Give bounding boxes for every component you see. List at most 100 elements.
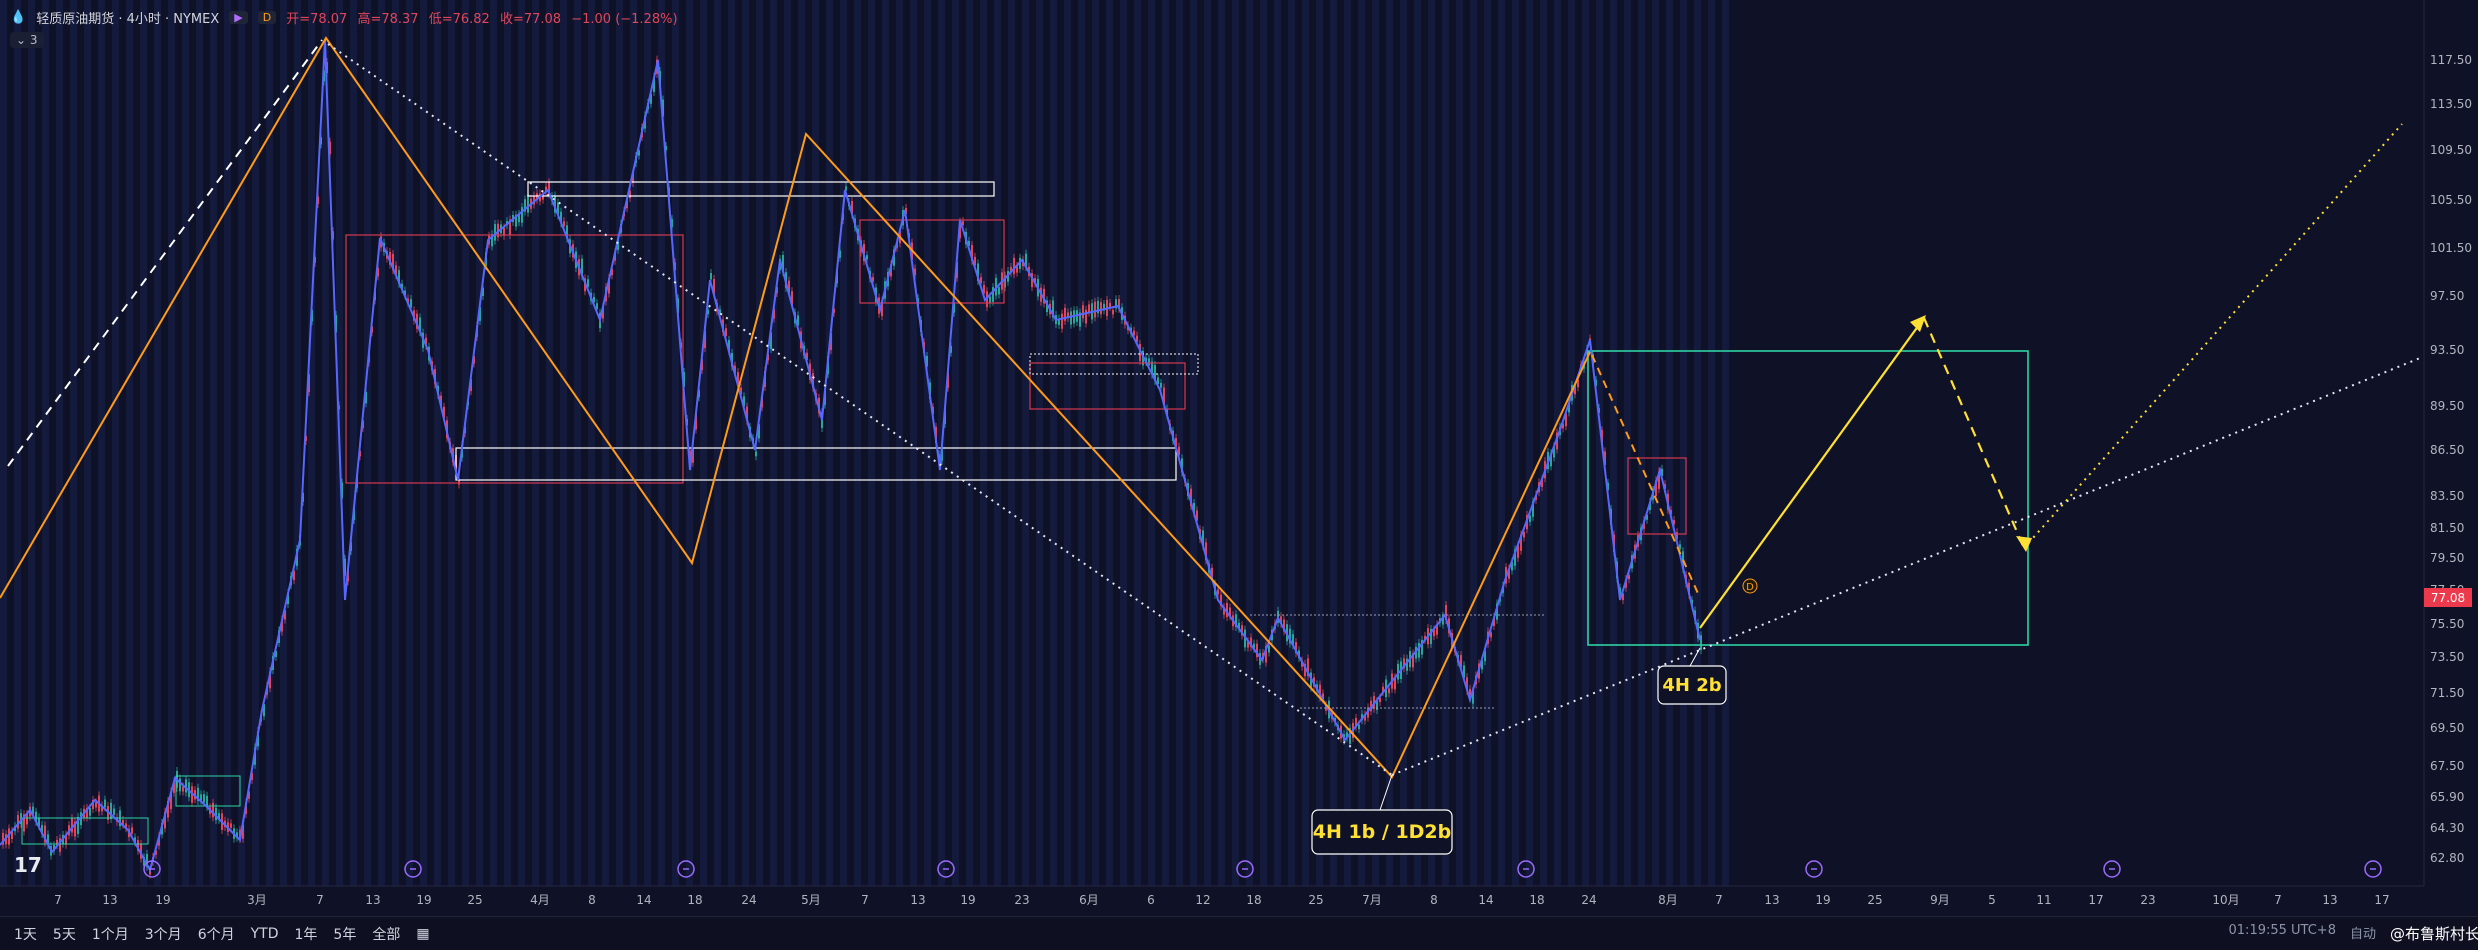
range-1y[interactable]: 1年 bbox=[295, 924, 318, 944]
bg-stripe bbox=[308, 0, 315, 886]
price-label: 93.50 bbox=[2430, 343, 2464, 357]
time-label: 7月 bbox=[1362, 893, 1382, 907]
candle-body bbox=[182, 786, 184, 792]
annotation-1-label: 4H 1b / 1D2b bbox=[1313, 821, 1452, 843]
bg-stripe bbox=[1372, 0, 1379, 886]
time-label: 14 bbox=[1478, 893, 1493, 907]
bg-stripe bbox=[574, 0, 581, 886]
time-label: 19 bbox=[416, 893, 431, 907]
candle-body bbox=[110, 802, 112, 820]
price-label: 113.50 bbox=[2430, 97, 2472, 111]
bg-stripe bbox=[714, 0, 721, 886]
time-label: 23 bbox=[2140, 893, 2155, 907]
bg-stripe bbox=[1050, 0, 1057, 886]
tradingview-logo: 17 bbox=[14, 853, 42, 877]
bg-stripe bbox=[728, 0, 735, 886]
candle-body bbox=[1160, 382, 1162, 388]
time-label: 5月 bbox=[801, 893, 821, 907]
bg-stripe bbox=[532, 0, 539, 886]
range-6m[interactable]: 6个月 bbox=[198, 924, 235, 944]
range-ytd[interactable]: YTD bbox=[251, 926, 279, 942]
bg-stripe bbox=[70, 0, 77, 886]
bg-stripe bbox=[140, 0, 147, 886]
bg-stripe bbox=[280, 0, 287, 886]
price-label: 67.50 bbox=[2430, 759, 2464, 773]
price-label: 79.50 bbox=[2430, 551, 2464, 565]
bg-stripe bbox=[1134, 0, 1141, 886]
bg-stripe bbox=[1708, 0, 1715, 886]
time-label: 24 bbox=[741, 893, 756, 907]
time-label: 14 bbox=[636, 893, 651, 907]
time-label: 25 bbox=[1867, 893, 1882, 907]
range-all[interactable]: 全部 bbox=[372, 924, 400, 944]
price-label: 65.90 bbox=[2430, 790, 2464, 804]
time-label: 13 bbox=[910, 893, 925, 907]
range-3m[interactable]: 3个月 bbox=[145, 924, 182, 944]
time-label: 11 bbox=[2036, 893, 2051, 907]
white-dashed-trend bbox=[7, 39, 323, 467]
bg-stripe bbox=[350, 0, 357, 886]
bg-stripe bbox=[798, 0, 805, 886]
time-label: 13 bbox=[1764, 893, 1779, 907]
range-1m[interactable]: 1个月 bbox=[92, 924, 129, 944]
time-label: 7 bbox=[1715, 893, 1723, 907]
time-label: 5 bbox=[1988, 893, 1996, 907]
price-label: 73.50 bbox=[2430, 650, 2464, 664]
price-chart[interactable]: D 4H 1b / 1D2b 4H 2b 117.50113.50109.501… bbox=[0, 0, 2478, 949]
time-label: 7 bbox=[861, 893, 869, 907]
time-label: 3月 bbox=[247, 893, 267, 907]
bg-stripe bbox=[644, 0, 651, 886]
bg-stripe bbox=[406, 0, 413, 886]
bg-stripe bbox=[168, 0, 175, 886]
bg-stripe bbox=[784, 0, 791, 886]
price-label: 75.50 bbox=[2430, 617, 2464, 631]
bg-stripe bbox=[1232, 0, 1239, 886]
time-label: 19 bbox=[960, 893, 975, 907]
time-label: 4月 bbox=[530, 893, 550, 907]
bg-stripe bbox=[1190, 0, 1197, 886]
range-1d[interactable]: 1天 bbox=[14, 924, 37, 944]
d-badge: D bbox=[257, 10, 277, 24]
range-5d[interactable]: 5天 bbox=[53, 924, 76, 944]
indicator-chip[interactable]: ⌄ 3 bbox=[10, 32, 44, 48]
bg-stripe bbox=[1288, 0, 1295, 886]
price-axis[interactable]: 117.50 113.50 109.50 105.50 101.50 97.50 93.50… bbox=[2423, 0, 2478, 900]
bg-stripe bbox=[98, 0, 105, 886]
time-label: 25 bbox=[467, 893, 482, 907]
bg-stripe bbox=[1638, 0, 1645, 886]
bg-stripe bbox=[154, 0, 161, 886]
yellow-arrowhead-1 bbox=[1910, 315, 1926, 332]
bg-stripe bbox=[1274, 0, 1281, 886]
bg-stripe bbox=[504, 0, 511, 886]
candle-body bbox=[710, 272, 712, 280]
candle-body bbox=[230, 823, 232, 828]
bg-stripe bbox=[1666, 0, 1673, 886]
bg-stripe bbox=[1414, 0, 1421, 886]
bg-stripe bbox=[966, 0, 973, 886]
scale-mode[interactable]: 自动 bbox=[2350, 923, 2376, 944]
price-label: 109.50 bbox=[2430, 143, 2472, 157]
bg-stripe bbox=[546, 0, 553, 886]
time-label: 7 bbox=[316, 893, 324, 907]
calendar-icon[interactable]: ▦ bbox=[416, 926, 429, 942]
bg-stripe bbox=[756, 0, 763, 886]
bg-stripe bbox=[1512, 0, 1519, 886]
candle-body bbox=[998, 287, 1000, 295]
bg-stripe bbox=[560, 0, 567, 886]
bg-stripe bbox=[56, 0, 63, 886]
time-axis[interactable]: 7 13 19 3月 7 13 19 25 4月 8 14 18 24 5月 7 13 19 23 6月 6 12 18 2… bbox=[0, 885, 2424, 907]
candle-body bbox=[1088, 304, 1090, 313]
symbol-title[interactable]: 轻质原油期货 · 4小时 · NYMEX bbox=[36, 8, 219, 27]
bg-stripe bbox=[1652, 0, 1659, 886]
time-label: 13 bbox=[102, 893, 117, 907]
price-label: 69.50 bbox=[2430, 721, 2464, 735]
change-value: −1.00 (−1.28%) bbox=[571, 11, 678, 27]
time-label: 23 bbox=[1014, 893, 1029, 907]
bg-stripe bbox=[994, 0, 1001, 886]
bg-stripe bbox=[1344, 0, 1351, 886]
time-label: 6月 bbox=[1079, 893, 1099, 907]
range-5y[interactable]: 5年 bbox=[333, 924, 356, 944]
bg-stripe bbox=[1022, 0, 1029, 886]
bg-stripe bbox=[616, 0, 623, 886]
candle-body bbox=[95, 802, 97, 808]
